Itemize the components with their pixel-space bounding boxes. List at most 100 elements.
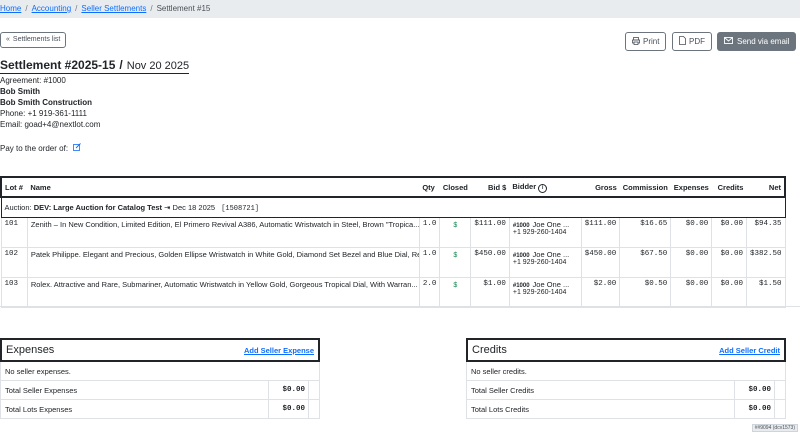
- total-lots-credits-label: Total Lots Credits: [471, 404, 529, 414]
- col-net: Net: [746, 176, 786, 198]
- lot-number: 103: [0, 277, 28, 308]
- credits-amount: $0.00: [711, 217, 747, 248]
- bidder-name: Joe One ...: [532, 250, 570, 259]
- total-seller-expenses-value: $0.00: [268, 381, 308, 399]
- total-seller-credits-row: Total Seller Credits $0.00: [466, 381, 786, 400]
- total-seller-expenses-label: Total Seller Expenses: [5, 385, 78, 395]
- net-amount: $1.50: [745, 277, 786, 308]
- col-lot: Lot #: [0, 176, 28, 198]
- gross-amount: $2.00: [580, 277, 621, 308]
- settlement-date: Nov 20 2025: [126, 60, 190, 72]
- build-badge: ##9094 (dcv1573): [751, 424, 798, 432]
- auction-row: Auction: DEV: Large Auction for Catalog …: [0, 197, 786, 218]
- total-lots-expenses-row: Total Lots Expenses $0.00: [0, 400, 320, 419]
- seller-company: Bob Smith Construction: [0, 98, 92, 107]
- closed-icon: $: [453, 222, 458, 229]
- lots-table-header: Lot # Name Qty Closed Bid $ Bidder i Gro…: [0, 176, 786, 198]
- settlement-number: Settlement #2025-15: [0, 58, 116, 72]
- bidder-phone: +1 929-260-1404: [512, 289, 567, 296]
- lot-name: Zenith – In New Condition, Limited Editi…: [26, 217, 420, 248]
- send-via-email-label: Send via email: [737, 37, 790, 46]
- bid-amount: $111.00: [470, 217, 510, 248]
- commission-amount: $67.50: [619, 247, 672, 278]
- table-row[interactable]: 103 Rolex. Attractive and Rare, Submarin…: [0, 277, 786, 308]
- lot-name: Patek Philippe. Elegant and Precious, Go…: [26, 247, 420, 278]
- settlements-list-label: Settlements list: [12, 36, 61, 43]
- col-commission: Commission: [619, 176, 671, 198]
- bidder-cell: #1000 Joe One ... +1 929-260-1404: [508, 277, 582, 308]
- auction-date: Dec 18 2025: [172, 202, 216, 212]
- bidder-phone: +1 929-260-1404: [512, 229, 567, 236]
- table-row[interactable]: 102 Patek Philippe. Elegant and Precious…: [0, 247, 786, 278]
- breadcrumb-seller-settlements-link[interactable]: Seller Settlements: [81, 4, 146, 13]
- col-expenses: Expenses: [670, 176, 712, 198]
- net-amount: $94.35: [745, 217, 786, 248]
- credits-title: Credits: [472, 344, 507, 356]
- lot-qty: 1.0: [418, 217, 441, 248]
- col-bid: Bid $: [470, 176, 510, 198]
- col-name: Name: [27, 176, 420, 198]
- auction-cell: Auction: DEV: Large Auction for Catalog …: [0, 197, 786, 218]
- expenses-panel: Expenses Add Seller Expense No seller ex…: [0, 338, 320, 419]
- add-seller-expense-link[interactable]: Add Seller Expense: [244, 346, 314, 355]
- settlements-list-button[interactable]: « Settlements list: [0, 32, 67, 48]
- breadcrumb-accounting-link[interactable]: Accounting: [32, 4, 72, 13]
- closed-indicator: $: [439, 247, 472, 278]
- gross-amount: $111.00: [580, 217, 621, 248]
- commission-amount: $0.50: [619, 277, 672, 308]
- total-lots-credits-row: Total Lots Credits $0.00: [466, 400, 786, 419]
- add-seller-credit-link[interactable]: Add Seller Credit: [719, 346, 780, 355]
- lot-qty: 1.0: [418, 247, 441, 278]
- breadcrumb: Home / Accounting / Seller Settlements / Settl…: [0, 4, 211, 13]
- seller-email: Email: goad+4@nextlot.com: [0, 120, 101, 129]
- breadcrumb-current: Settlement #15: [156, 4, 211, 13]
- pay-to-label: Pay to the order of:: [0, 144, 69, 153]
- page-title: Settlement #2025-15/Nov 20 2025: [0, 58, 190, 74]
- lot-qty: 2.0: [418, 277, 441, 308]
- closed-indicator: $: [439, 277, 472, 308]
- auction-name: DEV: Large Auction for Catalog Test: [33, 202, 163, 212]
- envelope-icon: [724, 37, 733, 46]
- expenses-header: Expenses Add Seller Expense: [0, 338, 320, 362]
- print-label: Print: [643, 37, 660, 46]
- credits-amount: $0.00: [711, 277, 747, 308]
- auction-prefix: Auction:: [4, 202, 32, 212]
- expenses-empty-row: No seller expenses.: [0, 362, 320, 381]
- lots-table: Lot # Name Qty Closed Bid $ Bidder i Gro…: [0, 176, 786, 308]
- bidder-cell: #1000 Joe One ... +1 929-260-1404: [508, 217, 582, 248]
- total-seller-credits-value: $0.00: [734, 381, 774, 399]
- commission-amount: $16.65: [619, 217, 672, 248]
- closed-icon: $: [453, 282, 458, 289]
- info-icon[interactable]: i: [538, 183, 548, 193]
- credits-header: Credits Add Seller Credit: [466, 338, 786, 362]
- send-via-email-button[interactable]: Send via email: [717, 32, 797, 51]
- agreement-number: Agreement: #1000: [0, 76, 66, 85]
- closed-indicator: $: [439, 217, 472, 248]
- total-seller-credits-label: Total Seller Credits: [471, 385, 534, 395]
- arrow-right-icon: ⇥: [164, 202, 171, 212]
- bidder-name: Joe One ...: [532, 220, 570, 229]
- closed-icon: $: [453, 252, 458, 259]
- table-row[interactable]: 101 Zenith – In New Condition, Limited E…: [0, 217, 786, 248]
- edit-icon[interactable]: [73, 143, 82, 153]
- col-bidder: Bidder i: [509, 176, 582, 198]
- credits-amount: $0.00: [711, 247, 747, 278]
- bidder-cell: #1000 Joe One ... +1 929-260-1404: [508, 247, 582, 278]
- col-bidder-label: Bidder: [512, 181, 537, 191]
- bidder-name: Joe One ...: [532, 280, 570, 289]
- credits-empty: No seller credits.: [471, 366, 527, 376]
- breadcrumb-home-link[interactable]: Home: [0, 4, 21, 13]
- col-closed: Closed: [439, 176, 471, 198]
- file-pdf-icon: [679, 36, 686, 47]
- expenses-amount: $0.00: [670, 217, 713, 248]
- print-button[interactable]: Print: [625, 32, 667, 51]
- expenses-title: Expenses: [6, 344, 55, 356]
- lot-number: 101: [0, 217, 28, 248]
- expenses-amount: $0.00: [670, 277, 713, 308]
- lot-name: Rolex. Attractive and Rare, Submariner, …: [26, 277, 420, 308]
- col-gross: Gross: [581, 176, 620, 198]
- pdf-button[interactable]: PDF: [672, 32, 712, 51]
- bidder-phone: +1 929-260-1404: [512, 259, 567, 266]
- total-lots-expenses-label: Total Lots Expenses: [5, 404, 73, 414]
- printer-icon: [632, 36, 640, 47]
